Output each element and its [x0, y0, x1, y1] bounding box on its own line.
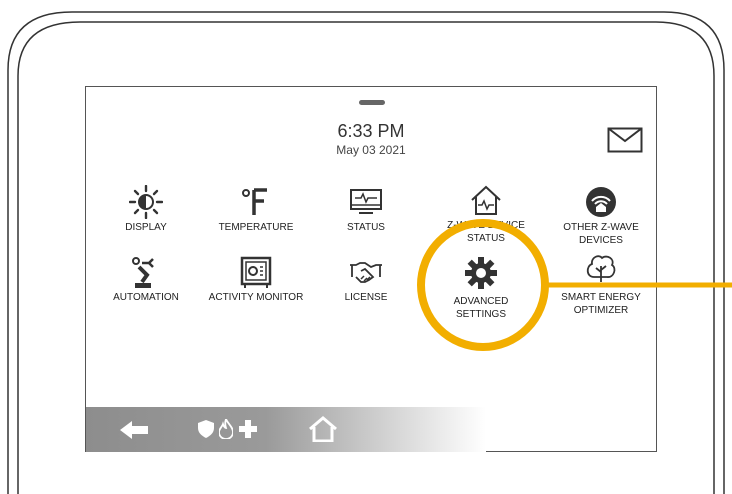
tile-advanced-settings[interactable]: ADVANCED SETTINGS [426, 255, 536, 321]
tile-label: DISPLAY [125, 222, 167, 233]
tree-icon [586, 255, 616, 282]
tile-label: AUTOMATION [113, 292, 179, 303]
touchscreen: 6:33 PM May 03 2021 DISPLAY TEMPERATURE [85, 86, 657, 452]
tile-label: STATUS [347, 222, 385, 233]
tile-other-zwave-devices[interactable]: OTHER Z-WAVE DEVICES [546, 185, 656, 247]
tile-smart-energy-optimizer[interactable]: SMART ENERGY OPTIMIZER [546, 251, 656, 317]
tile-label: Z-WAVE DEVICE STATUS [447, 220, 525, 244]
bottom-nav-bar [86, 407, 486, 452]
tile-label: ACTIVITY MONITOR [208, 292, 304, 303]
shield-icon[interactable] [198, 420, 214, 438]
tile-automation[interactable]: AUTOMATION [91, 255, 201, 304]
handshake-icon [350, 262, 382, 283]
gear-icon [465, 257, 497, 289]
tile-zwave-device-status[interactable]: Z-WAVE DEVICE STATUS [431, 183, 541, 245]
tile-temperature[interactable]: TEMPERATURE [201, 185, 311, 234]
tile-license[interactable]: LICENSE [311, 255, 421, 304]
tile-label: LICENSE [344, 292, 388, 303]
clock-date: May 03 2021 [336, 143, 406, 157]
envelope-icon[interactable] [607, 127, 643, 153]
cross-icon[interactable] [239, 420, 257, 438]
robot-arm-icon [132, 257, 154, 288]
wireless-home-icon [586, 187, 616, 217]
tile-label: TEMPERATURE [218, 222, 294, 233]
home-icon[interactable] [308, 416, 338, 442]
monitor-pulse-icon [350, 189, 382, 214]
tile-activity-monitor[interactable]: ACTIVITY MONITOR [201, 255, 311, 304]
safe-icon [240, 256, 272, 288]
tile-label: SMART ENERGY OPTIMIZER [561, 292, 641, 316]
tile-label: ADVANCED SETTINGS [453, 296, 509, 320]
tile-label: OTHER Z-WAVE DEVICES [563, 222, 639, 246]
clock-time: 6:33 PM [337, 121, 405, 141]
tile-status[interactable]: STATUS [311, 185, 421, 234]
pull-down-handle[interactable] [359, 100, 385, 105]
back-arrow-icon[interactable] [120, 421, 148, 439]
brightness-icon [129, 185, 163, 219]
flame-icon[interactable] [219, 419, 233, 439]
house-pulse-icon [471, 185, 501, 215]
tile-display[interactable]: DISPLAY [91, 185, 201, 234]
fahrenheit-icon [242, 188, 267, 215]
